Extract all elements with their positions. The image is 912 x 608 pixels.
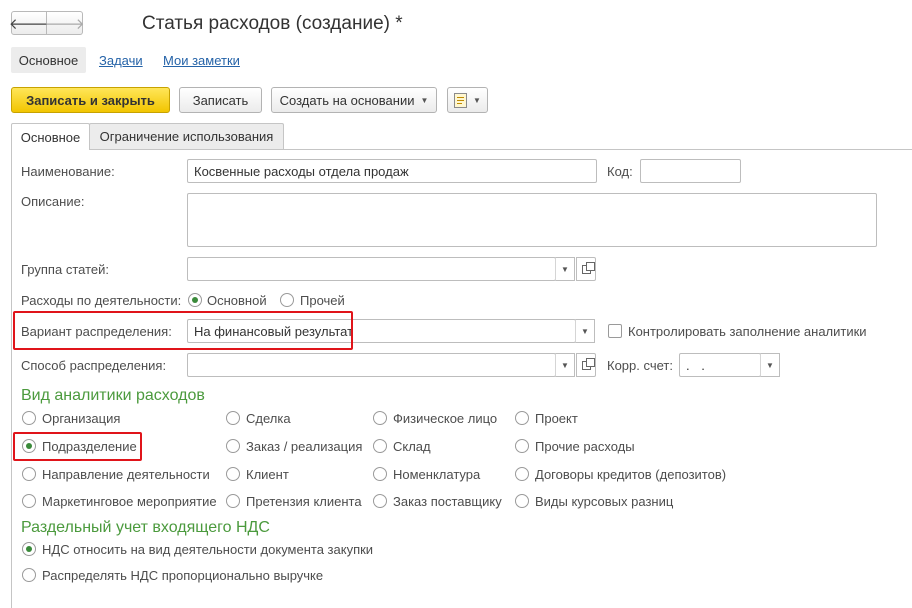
method-open-button[interactable] (576, 353, 596, 377)
chevron-down-icon: ▼ (473, 95, 481, 105)
control-analytics-label: Контролировать заполнение аналитики (628, 324, 867, 339)
chevron-down-icon: ▼ (561, 360, 569, 370)
page-title: Статья расходов (создание) * (142, 13, 403, 34)
analytics-radio[interactable] (515, 494, 529, 508)
analytics-radio[interactable] (22, 467, 36, 481)
analytics-radio[interactable] (373, 411, 387, 425)
analytics-radio[interactable] (515, 439, 529, 453)
highlight-variant (13, 311, 353, 350)
analytics-option-label: Склад (393, 439, 431, 454)
chevron-down-icon: ▼ (420, 95, 429, 105)
analytics-radio[interactable] (373, 467, 387, 481)
analytics-radio[interactable] (22, 411, 36, 425)
group-label: Группа статей: (21, 262, 109, 277)
create-based-on-label: Создать на основании (279, 92, 415, 108)
analytics-option-label: Заказ / реализация (246, 439, 363, 454)
vat-radio[interactable] (22, 542, 36, 556)
analytics-radio[interactable] (373, 439, 387, 453)
analytics-radio[interactable] (373, 494, 387, 508)
analytics-option-label: Организация (42, 411, 121, 426)
analytics-radio[interactable] (226, 439, 240, 453)
method-input[interactable] (187, 353, 556, 377)
code-input[interactable] (640, 159, 741, 183)
open-icon (581, 261, 595, 274)
tab-main[interactable]: Основное (11, 123, 90, 150)
corr-account-dropdown-button[interactable]: ▼ (760, 353, 780, 377)
analytics-option-label: Маркетинговое мероприятие (42, 494, 217, 509)
code-label: Код: (607, 164, 633, 179)
tab-panel-border-left (11, 149, 12, 608)
document-report-icon (454, 92, 468, 108)
control-analytics-checkbox[interactable] (608, 324, 622, 338)
open-icon (581, 357, 595, 370)
vat-section-title: Раздельный учет входящего НДС (21, 519, 270, 536)
back-button[interactable]: 🡐 (8, 11, 50, 35)
analytics-radio[interactable] (515, 411, 529, 425)
tab-usage-restriction[interactable]: Ограничение использования (89, 123, 284, 149)
chevron-down-icon: ▼ (561, 264, 569, 274)
create-based-on-button[interactable]: Создать на основании ▼ (271, 87, 437, 113)
analytics-option-label: Договоры кредитов (депозитов) (535, 467, 727, 482)
analytics-radio[interactable] (226, 494, 240, 508)
activity-main-label: Основной (207, 293, 267, 308)
analytics-option-label: Сделка (246, 411, 291, 426)
activity-main-radio[interactable] (188, 293, 202, 307)
analytics-option-label: Клиент (246, 467, 289, 482)
name-input[interactable]: Косвенные расходы отдела продаж (187, 159, 597, 183)
arrow-right-icon: 🡒 (44, 15, 85, 33)
analytics-option-label: Проект (535, 411, 578, 426)
nav-main[interactable]: Основное (11, 47, 86, 73)
nav-notes-link[interactable]: Мои заметки (163, 53, 240, 68)
vat-option-label: НДС относить на вид деятельности докумен… (42, 542, 374, 557)
method-dropdown-button[interactable]: ▼ (555, 353, 575, 377)
analytics-option-label: Заказ поставщику (393, 494, 502, 509)
description-textarea[interactable] (187, 193, 877, 247)
analytics-radio[interactable] (515, 467, 529, 481)
group-input[interactable] (187, 257, 556, 281)
arrow-left-icon: 🡐 (8, 15, 50, 33)
save-and-close-button[interactable]: Записать и закрыть (11, 87, 170, 113)
activity-label: Расходы по деятельности: (21, 293, 182, 308)
vat-option-label: Распределять НДС пропорционально выручке (42, 568, 324, 583)
save-button[interactable]: Записать (179, 87, 262, 113)
analytics-option-label: Виды курсовых разниц (535, 494, 674, 509)
analytics-radio[interactable] (22, 494, 36, 508)
nav-tasks-link[interactable]: Задачи (99, 53, 143, 68)
highlight-subdivision (13, 432, 142, 461)
analytics-option-label: Направление деятельности (42, 467, 210, 482)
chevron-down-icon: ▼ (581, 326, 589, 336)
variant-dropdown-button[interactable]: ▼ (575, 319, 595, 343)
forward-button[interactable]: 🡒 (44, 11, 85, 35)
description-label: Описание: (21, 194, 85, 209)
analytics-option-label: Претензия клиента (246, 494, 362, 509)
corr-account-input[interactable]: . . (679, 353, 761, 377)
corr-account-label: Корр. счет: (607, 358, 673, 373)
vat-radio[interactable] (22, 568, 36, 582)
activity-other-label: Прочей (300, 293, 345, 308)
analytics-option-label: Физическое лицо (393, 411, 498, 426)
analytics-radio[interactable] (226, 467, 240, 481)
tab-panel-border (11, 149, 912, 150)
activity-other-radio[interactable] (280, 293, 294, 307)
analytics-option-label: Прочие расходы (535, 439, 635, 454)
analytics-option-label: Номенклатура (393, 467, 481, 482)
group-dropdown-button[interactable]: ▼ (555, 257, 575, 281)
name-label: Наименование: (21, 164, 115, 179)
report-menu-button[interactable]: ▼ (447, 87, 488, 113)
chevron-down-icon: ▼ (766, 360, 774, 370)
analytics-section-title: Вид аналитики расходов (21, 387, 205, 404)
group-open-button[interactable] (576, 257, 596, 281)
analytics-radio[interactable] (226, 411, 240, 425)
method-label: Способ распределения: (21, 358, 167, 373)
